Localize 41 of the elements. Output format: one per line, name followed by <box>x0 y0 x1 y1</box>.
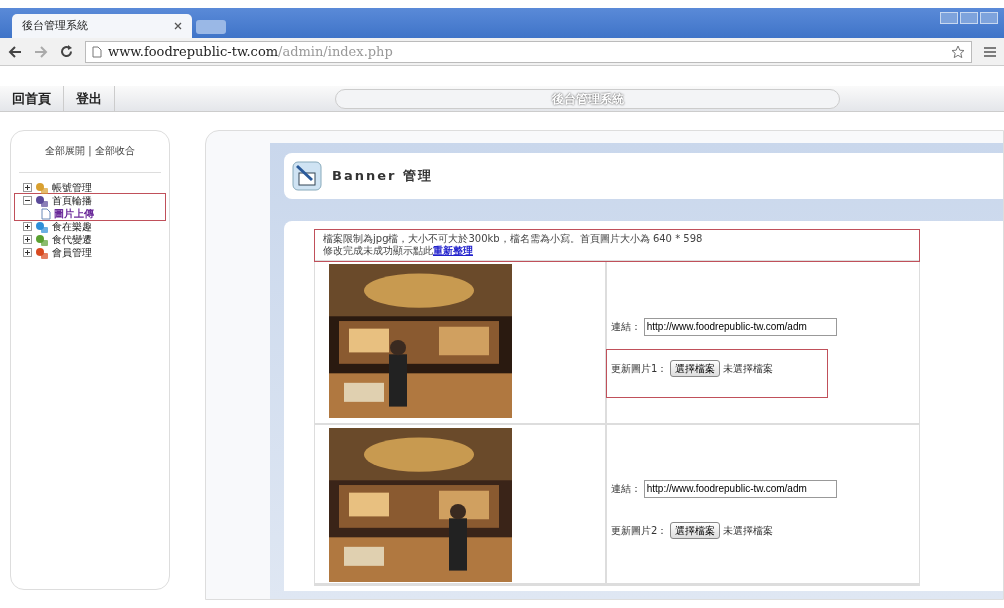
star-icon[interactable] <box>951 44 965 59</box>
tree-item[interactable]: 首頁輪播 <box>52 193 92 208</box>
field-label: 連結： <box>611 482 641 496</box>
page-icon <box>92 45 102 58</box>
expander-icon[interactable] <box>23 248 32 257</box>
menu-icon[interactable] <box>984 46 996 57</box>
expander-icon[interactable] <box>23 222 32 231</box>
refresh-link[interactable]: 重新整理 <box>433 245 473 256</box>
close-icon[interactable] <box>174 22 182 30</box>
expander-icon[interactable] <box>23 183 32 192</box>
tree-item[interactable]: 食代變遷 <box>52 232 92 247</box>
notice-text: 檔案限制為jpg檔，大小不可大於300kb，檔名需為小寫。首頁圖片大小為 640 * 598 <box>323 233 704 245</box>
field-label: 連結： <box>611 320 641 334</box>
tree-item[interactable]: 圖片上傳 <box>54 206 94 221</box>
expander-icon[interactable] <box>23 235 32 244</box>
tree-item[interactable]: 帳號管理 <box>52 180 92 195</box>
nav-link[interactable]: 回首頁 <box>0 86 64 111</box>
expand-collapse-links[interactable]: 全部展開 | 全部收合 <box>19 143 161 173</box>
reload-icon[interactable] <box>60 45 73 58</box>
choose-file-button[interactable]: 選擇檔案 <box>670 521 721 539</box>
file-status: 未選擇檔案 <box>723 361 774 376</box>
back-icon[interactable] <box>8 45 22 58</box>
address-bar[interactable]: www.foodrepublic-tw.com/admin/index.php <box>85 40 972 63</box>
nav-link[interactable]: 登出 <box>64 86 115 111</box>
page-icon <box>41 207 51 220</box>
notice-text: 修改完成未成功顯示點此重新整理 <box>323 245 474 257</box>
tree-item[interactable]: 食在樂趣 <box>52 219 92 234</box>
url-text: www.foodrepublic-tw.com/admin/index.php <box>108 42 393 61</box>
tab-title: 後台管理系統 <box>22 17 88 34</box>
url-field[interactable]: http://www.foodrepublic-tw.com/adm <box>643 479 837 498</box>
page-title: Banner 管理 <box>332 167 433 186</box>
url-field[interactable]: http://www.foodrepublic-tw.com/adm <box>643 317 837 336</box>
title-banner: 後台管理系統 <box>335 88 840 109</box>
file-status: 未選擇檔案 <box>723 523 774 538</box>
tree-item[interactable]: 會員管理 <box>52 245 92 260</box>
edit-icon <box>292 161 322 191</box>
field-label: 更新圖片1： <box>611 361 668 376</box>
expander-icon[interactable] <box>23 196 32 205</box>
choose-file-button[interactable]: 選擇檔案 <box>670 359 721 377</box>
field-label: 更新圖片2： <box>611 523 668 538</box>
browser-tab[interactable]: 後台管理系統 <box>12 14 192 38</box>
